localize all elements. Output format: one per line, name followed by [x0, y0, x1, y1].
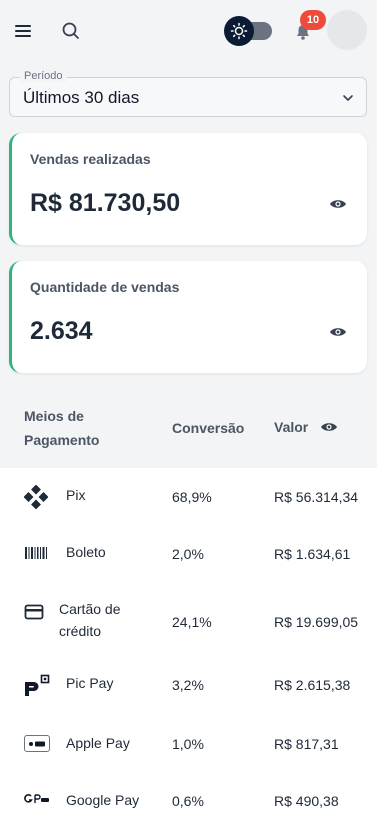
amount-value: R$ 19.699,05 [274, 614, 359, 630]
chevron-down-icon [343, 95, 353, 101]
payment-method-name: Boleto [66, 544, 106, 560]
conversion-value: 3,2% [172, 677, 204, 693]
theme-toggle[interactable] [224, 16, 274, 46]
payment-method-name: Pix [66, 487, 86, 503]
apple-pay-icon [24, 735, 50, 752]
table-row: Pic Pay 3,2% R$ 2.615,38 [0, 664, 377, 721]
picpay-icon [25, 674, 50, 696]
column-header-value: Valor [274, 419, 309, 435]
sales-total-card: Vendas realizadas R$ 81.730,50 [9, 133, 367, 245]
conversion-value: 0,6% [172, 793, 204, 809]
barcode-icon [25, 547, 47, 559]
header-line: Meios de [24, 408, 84, 424]
name-line: Cartão de [59, 601, 121, 617]
period-value: Últimos 30 dias [23, 88, 140, 107]
payment-method-name: Google Pay [66, 792, 140, 808]
payment-table-header: Meios de Pagamento Conversão Valor [0, 392, 377, 468]
sun-icon [224, 16, 254, 46]
menu-icon[interactable] [15, 20, 37, 42]
conversion-value: 2,0% [172, 546, 204, 562]
column-header-conversion: Conversão [172, 420, 245, 436]
avatar[interactable] [327, 10, 367, 50]
name-line: crédito [59, 623, 102, 639]
header-line: Pagamento [24, 432, 100, 448]
conversion-value: 1,0% [172, 736, 204, 752]
table-row: Google Pay 0,6% R$ 490,38 [0, 778, 377, 835]
card-label: Vendas realizadas [30, 151, 151, 167]
period-select[interactable]: Período Últimos 30 dias [9, 70, 367, 117]
google-pay-icon [24, 794, 49, 803]
column-header-method: Meios de Pagamento [24, 404, 99, 452]
table-row: Apple Pay 1,0% R$ 817,31 [0, 721, 377, 778]
conversion-value: 24,1% [172, 614, 212, 630]
credit-card-icon [24, 604, 44, 620]
table-row: Pix 68,9% R$ 56.314,34 [0, 468, 377, 525]
eye-icon[interactable] [329, 325, 347, 339]
payment-method-name: Cartão de crédito [59, 598, 120, 642]
pix-icon [24, 485, 48, 509]
payment-method-name: Pic Pay [66, 675, 114, 691]
payment-table: Pix 68,9% R$ 56.314,34 Boleto 2,0% R$ 1.… [0, 468, 377, 840]
eye-icon[interactable] [329, 197, 347, 211]
notification-badge: 10 [300, 10, 326, 30]
payment-method-name: Apple Pay [66, 735, 130, 751]
amount-value: R$ 817,31 [274, 736, 339, 752]
top-bar: 10 [0, 0, 377, 62]
amount-value: R$ 56.314,34 [274, 489, 359, 505]
amount-value: R$ 2.615,38 [274, 677, 351, 693]
eye-icon[interactable] [320, 420, 338, 434]
card-value: R$ 81.730,50 [30, 189, 181, 217]
card-label: Quantidade de vendas [30, 279, 180, 295]
table-row: Boleto 2,0% R$ 1.634,61 [0, 525, 377, 582]
table-row: Cartão de crédito 24,1% R$ 19.699,05 [0, 584, 377, 664]
card-value: 2.634 [30, 317, 93, 345]
period-label: Período [20, 70, 67, 82]
conversion-value: 68,9% [172, 489, 212, 505]
amount-value: R$ 1.634,61 [274, 546, 351, 562]
amount-value: R$ 490,38 [274, 793, 339, 809]
sales-count-card: Quantidade de vendas 2.634 [9, 261, 367, 373]
search-icon[interactable] [60, 20, 82, 42]
